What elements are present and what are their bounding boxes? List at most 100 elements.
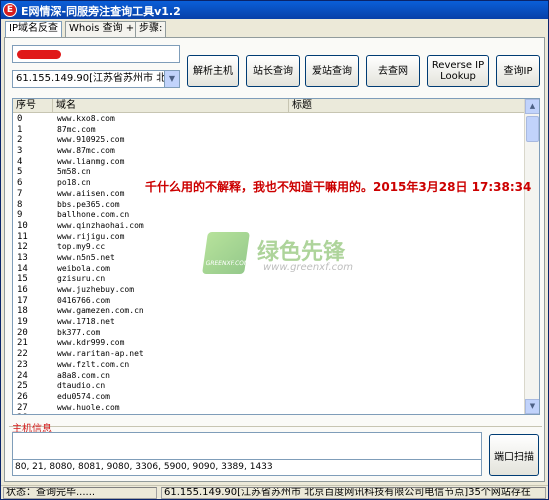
row-domain: www.lianmg.com [57,156,125,166]
red-annotation-text: 千什么用的不解释，我也不知道干嘛用的。2015年3月28日 17:38:34 [145,180,532,194]
table-row[interactable]: 25 dtaudio.cn [13,381,525,392]
row-index: 4 [17,156,23,167]
table-row[interactable]: 0 www.kxo8.com [13,114,525,125]
ports-input[interactable]: 80, 21, 8080, 8081, 9080, 3306, 5900, 90… [12,459,482,476]
aizhan-query-button[interactable]: 爱站查询 [305,55,359,87]
row-index: 1 [17,124,23,135]
row-index: 18 [17,306,28,317]
row-domain: top.my9.cc [57,242,106,252]
row-domain: www.aiisen.com [57,188,125,198]
row-domain: www.qinzhaohai.com [57,220,144,230]
row-index: 15 [17,274,28,285]
window-title: E网情深-同服旁注查询工具v1.2 [21,5,181,18]
table-row[interactable]: 21 www.kdr999.com [13,338,525,349]
row-index: 11 [17,231,28,242]
row-index: 8 [17,199,23,210]
reverse-ip-lookup-button[interactable]: Reverse IP Lookup [427,55,489,87]
column-header-domain[interactable]: 域名 [53,99,289,113]
row-domain: bbs.pe365.com [57,199,120,209]
table-row[interactable]: 10 www.qinzhaohai.com [13,221,525,232]
row-index: 5 [17,167,23,178]
table-row[interactable]: 20 bk377.com [13,328,525,339]
row-index: 28 [17,413,28,414]
row-domain: www.rijigu.com [57,231,125,241]
table-row[interactable]: 27 www.huole.com [13,403,525,414]
row-index: 21 [17,338,28,349]
table-row[interactable]: 2 www.910925.com [13,135,525,146]
resolve-host-button[interactable]: 解析主机 [187,55,239,87]
table-row[interactable]: 17 0416766.com [13,296,525,307]
table-row[interactable]: 3 www.87mc.com [13,146,525,157]
row-domain: www.87mc.com [57,146,115,156]
watermark-logo-text: GREENXF.COM [205,260,250,267]
row-domain: www.juzhebuy.com [57,285,135,294]
chevron-down-icon[interactable]: ▼ [164,71,179,87]
row-domain: www.910925.com [57,135,125,145]
column-header-title[interactable]: 标题 [289,99,525,113]
domain-input[interactable] [12,45,180,63]
scroll-up-icon[interactable]: ▲ [525,99,539,114]
reverse-ip-label-line1: Reverse IP [431,60,485,71]
row-index: 10 [17,220,28,231]
table-row[interactable]: 4 www.lianmg.com [13,157,525,168]
title-bar[interactable]: E E网情深-同服旁注查询工具v1.2 [1,1,548,19]
tab-steps[interactable]: 步骤: [135,21,167,37]
row-domain: edu0574.com [57,391,110,401]
row-domain: www.huole.com [57,402,120,412]
watermark-site-url: www.greenxf.com [263,262,353,273]
ip-select-value: 61.155.149.90[江苏省苏州市 北京 [16,73,177,84]
host-info-field[interactable] [12,432,482,462]
row-index: 6 [17,178,23,189]
row-index: 12 [17,242,28,253]
table-row[interactable]: 8 bbs.pe365.com [13,200,525,211]
tab-whois-query[interactable]: Whois 查询 + [65,21,139,37]
row-index: 22 [17,349,28,360]
row-index: 7 [17,188,23,199]
greenxf-logo-icon: GREENXF.COM [202,232,250,274]
table-row[interactable]: 18 www.gamezen.com.cn [13,306,525,317]
table-row[interactable]: 16 www.juzhebuy.com [13,285,525,296]
row-index: 26 [17,391,28,402]
query-ip-button[interactable]: 查询IP [496,55,540,87]
row-domain: www.raritan-ap.net [57,349,144,359]
table-row[interactable]: 15 gzisuru.cn [13,274,525,285]
row-domain: a8a8.com.cn [57,370,110,380]
table-row[interactable]: 1 87mc.com [13,125,525,136]
ip-select[interactable]: 61.155.149.90[江苏省苏州市 北京 ▼ [12,70,180,88]
row-domain: dtaudio.cn [57,381,106,391]
row-domain: www.taowinwin.com [57,413,139,414]
scroll-down-icon[interactable]: ▼ [525,399,539,414]
row-domain: 5m58.cn [57,167,91,177]
row-domain: weibola.com [57,263,110,273]
table-row[interactable]: 24 a8a8.com.cn [13,371,525,382]
port-scan-button[interactable]: 端口扫描 [489,434,539,476]
table-row[interactable]: 5 5m58.cn [13,167,525,178]
app-window: E E网情深-同服旁注查询工具v1.2 IP域名反查 Whois 查询 + 步骤… [0,0,549,500]
table-row[interactable]: 23 www.fzlt.com.cn [13,360,525,371]
redaction-mark [17,50,61,59]
table-row[interactable]: 9 ballhone.com.cn [13,210,525,221]
row-domain: www.1718.net [57,317,115,327]
webmaster-query-button[interactable]: 站长查询 [246,55,300,87]
status-detail: 61.155.149.90[江苏省苏州市 北京百度网讯科技有限公司电信节点]35… [161,487,546,499]
tab-ip-domain-reverse[interactable]: IP域名反查 [5,21,62,38]
row-index: 24 [17,370,28,381]
table-row[interactable]: 22 www.raritan-ap.net [13,349,525,360]
column-header-index[interactable]: 序号 [13,99,53,113]
table-row[interactable]: 19 www.1718.net [13,317,525,328]
row-domain: 0416766.com [57,295,110,305]
row-domain: www.kxo8.com [57,114,115,123]
check-site-button[interactable]: 去查网 [366,55,420,87]
reverse-ip-label-line2: Lookup [440,71,476,82]
scrollbar-thumb[interactable] [526,116,539,142]
row-index: 13 [17,252,28,263]
table-row[interactable]: 28 www.taowinwin.com [13,413,525,414]
row-index: 2 [17,135,23,146]
row-domain: po18.cn [57,178,91,188]
row-index: 0 [17,114,23,124]
row-index: 16 [17,285,28,295]
row-domain: www.kdr999.com [57,338,125,348]
table-row[interactable]: 26 edu0574.com [13,392,525,403]
row-domain: ballhone.com.cn [57,210,130,220]
vertical-scrollbar[interactable]: ▲ ▼ [524,99,539,414]
